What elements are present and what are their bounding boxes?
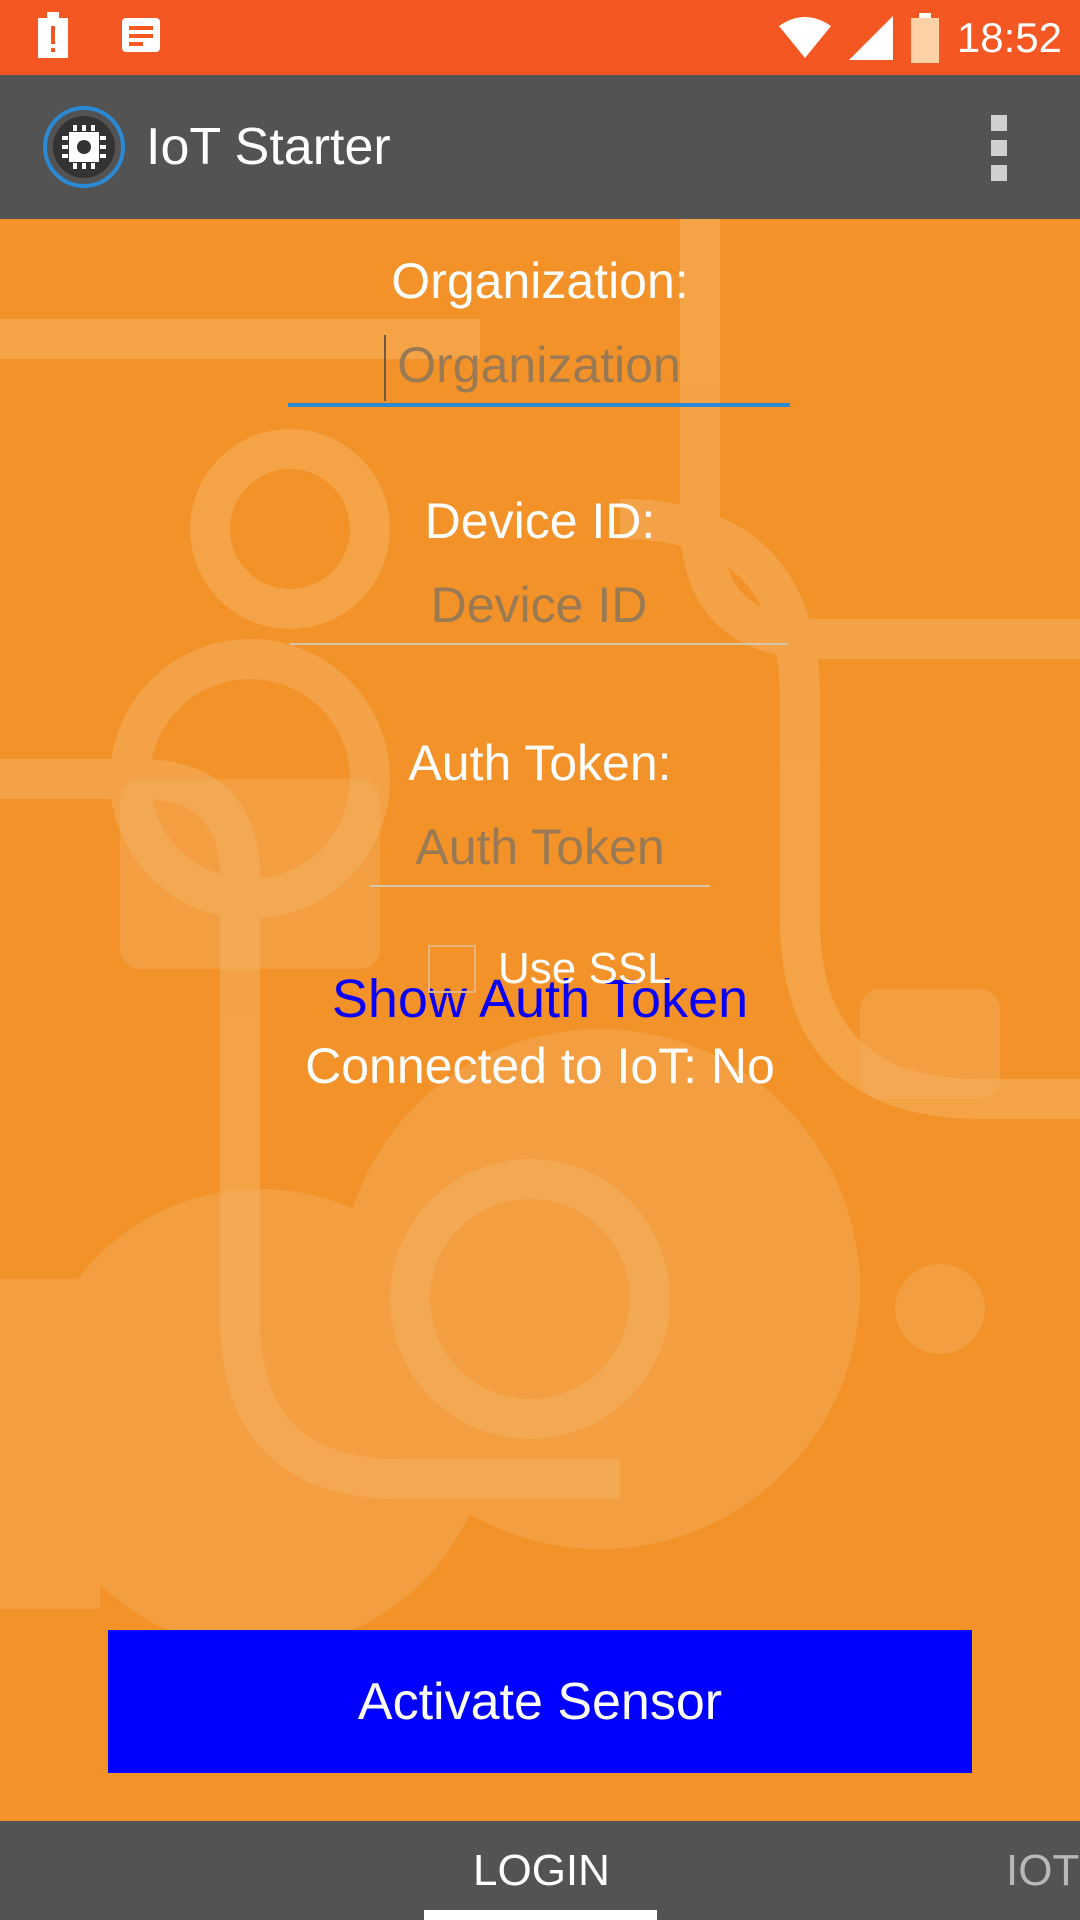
battery-icon: [910, 13, 939, 63]
tab-iot[interactable]: IOT: [1006, 1843, 1079, 1899]
app-title: IoT Starter: [146, 118, 391, 176]
overflow-menu-icon[interactable]: [984, 115, 1014, 181]
alert-icon: [38, 12, 68, 58]
app-bar: IoT Starter: [0, 75, 1080, 219]
tab-indicator: [424, 1910, 657, 1920]
connection-status: Connected to IoT: No: [305, 1038, 775, 1094]
notes-icon: [122, 18, 160, 52]
auth-token-placeholder: Auth Token: [415, 819, 665, 875]
wifi-icon: [778, 17, 831, 58]
activate-sensor-button[interactable]: Activate Sensor: [108, 1630, 972, 1773]
login-content: Organization: Organization Device ID: De…: [0, 219, 1080, 1821]
device-id-input[interactable]: Device ID: [290, 575, 788, 645]
signal-icon: [848, 16, 893, 60]
tab-login[interactable]: LOGIN: [473, 1843, 610, 1899]
tab-bar: LOGIN IOT: [0, 1821, 1080, 1920]
status-bar: 18:52: [0, 0, 1080, 75]
use-ssl-row[interactable]: Use SSL: [428, 941, 672, 997]
device-id-placeholder: Device ID: [430, 577, 648, 633]
status-time: 18:52: [956, 14, 1062, 61]
organization-placeholder: Organization: [397, 337, 681, 393]
organization-input[interactable]: Organization: [288, 335, 790, 407]
organization-label: Organization:: [391, 253, 689, 309]
chip-icon: [43, 106, 125, 188]
text-cursor: [384, 335, 386, 401]
use-ssl-checkbox[interactable]: [428, 945, 476, 993]
use-ssl-label: Use SSL: [498, 944, 672, 993]
device-id-label: Device ID:: [424, 493, 656, 549]
auth-token-label: Auth Token:: [408, 735, 672, 791]
auth-token-input[interactable]: Auth Token: [370, 817, 710, 887]
